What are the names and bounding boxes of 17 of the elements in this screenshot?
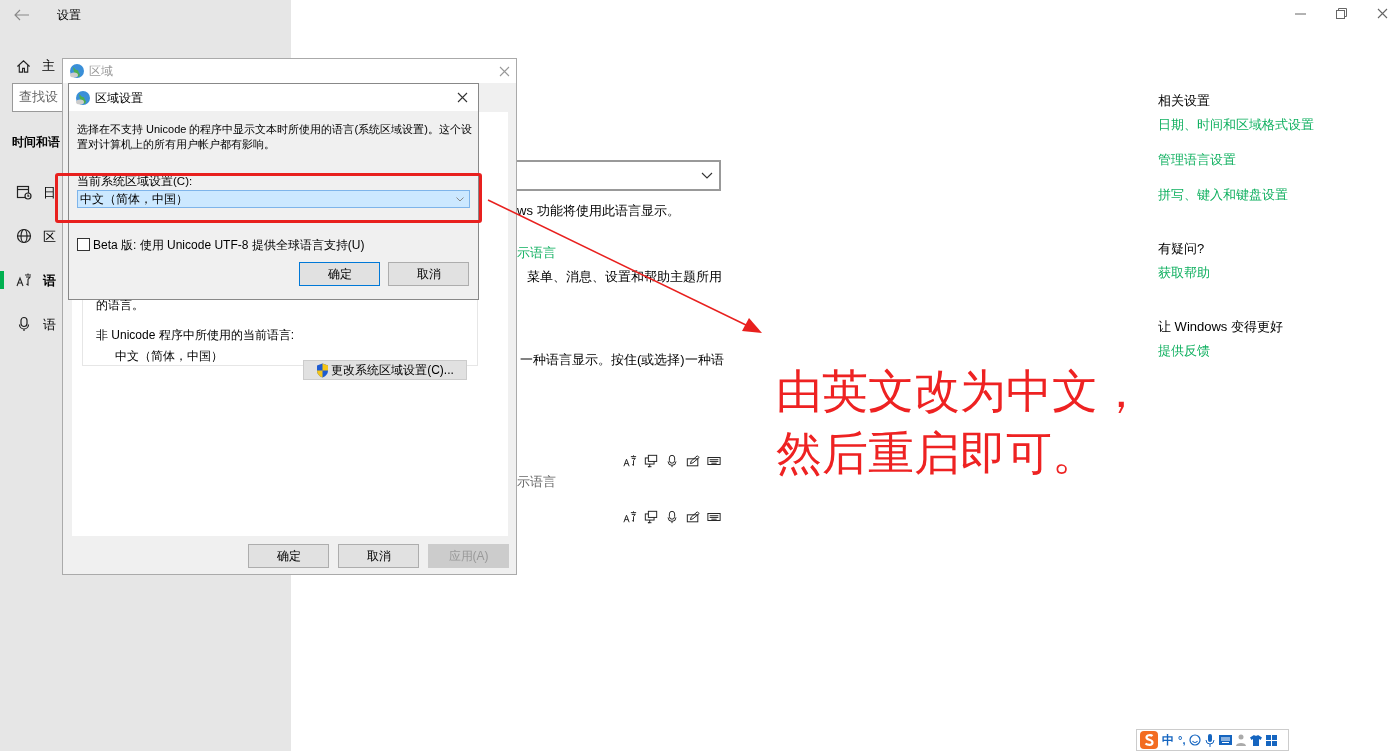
section-heading: 让 Windows 变得更好	[1158, 318, 1284, 336]
dialog-title: 区域设置	[95, 89, 143, 107]
description: 选择在不支持 Unicode 的程序中显示文本时所使用的语言(系统区域设置)。这个设置对计算机上的所有用户帐户都有影响。	[77, 122, 472, 152]
annotation-text: 由英文改为中文，	[776, 364, 1144, 419]
dropdown-note: ws 功能将使用此语言显示。	[517, 202, 681, 219]
section-heading: 有疑问?	[1158, 240, 1206, 258]
dialog-title: 区域	[89, 63, 113, 80]
current-language-label: 非 Unicode 程序中所使用的当前语言:	[96, 327, 296, 342]
window-title: 设置	[57, 7, 81, 24]
section-title: 时间和语	[12, 134, 60, 150]
partial-text: 的语言。	[96, 297, 145, 312]
checkbox-label: Beta 版: 使用 Unicode UTF-8 提供全球语言支持(U)	[93, 236, 365, 254]
current-language-value: 中文（简体，中国）	[115, 348, 224, 363]
language-caption: 示语言	[517, 473, 557, 490]
section-heading: 相关设置	[1158, 92, 1211, 110]
hint: 一种语言显示。按住(或选择)一种语	[519, 351, 725, 368]
annotation-text: 然后重启即可。	[776, 426, 1099, 481]
